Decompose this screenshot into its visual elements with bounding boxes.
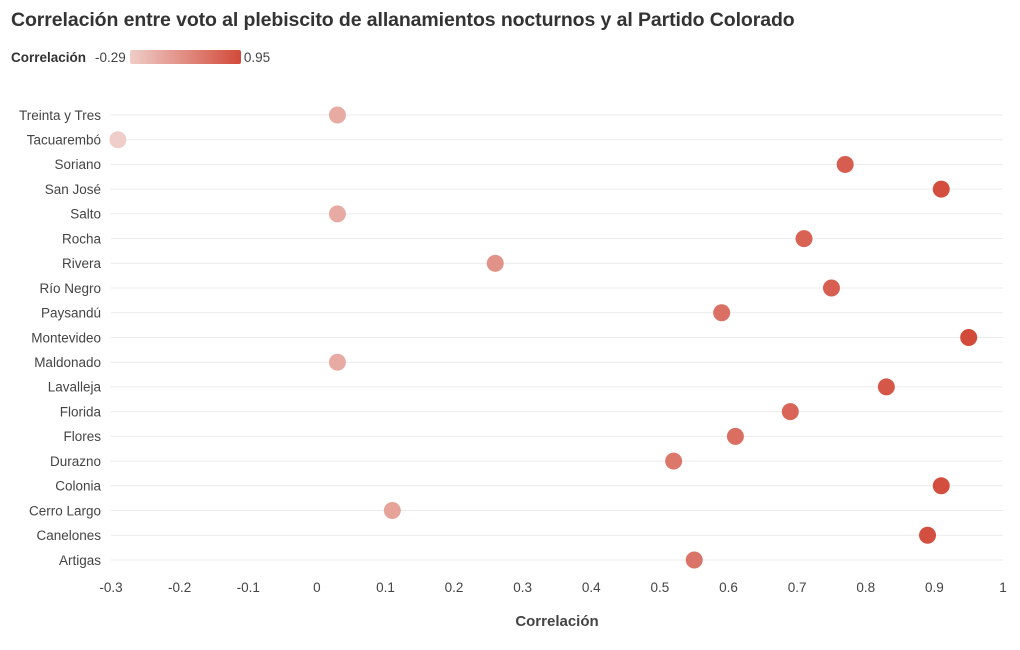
y-axis-labels: Treinta y Tres Tacuarembó Soriano San José S… xyxy=(19,108,102,568)
x-axis-title: Correlación xyxy=(515,613,598,630)
data-point[interactable]: Montevideo: 0.95 xyxy=(960,328,978,346)
data-point[interactable]: Canelones: 0.89 xyxy=(919,526,937,544)
x-tick-label: 0.4 xyxy=(582,580,601,595)
x-tick-label: 0.1 xyxy=(376,580,395,595)
x-tick-label: -0.1 xyxy=(237,580,260,595)
data-point[interactable]: Tacuarembó: -0.29 xyxy=(109,131,127,149)
y-tick-label: Durazno xyxy=(50,454,101,469)
data-point[interactable]: Colonia: 0.91 xyxy=(932,477,950,495)
y-tick-label: Flores xyxy=(63,429,101,444)
x-tick-label: 1 xyxy=(999,580,1007,595)
x-tick-label: 0.3 xyxy=(513,580,532,595)
data-point[interactable]: Florida: 0.69 xyxy=(781,403,799,421)
data-point[interactable]: Río Negro: 0.75 xyxy=(822,279,840,297)
y-tick-label: Montevideo xyxy=(31,330,101,345)
data-point[interactable]: Rivera: 0.26 xyxy=(486,254,504,272)
y-tick-label: Cerro Largo xyxy=(29,503,101,518)
data-point[interactable]: Lavalleja: 0.83 xyxy=(877,378,895,396)
x-tick-label: 0.8 xyxy=(856,580,875,595)
y-tick-label: Lavalleja xyxy=(48,380,102,395)
dot-plot: Treinta y Tres Tacuarembó Soriano San José S… xyxy=(19,106,1007,630)
data-point[interactable]: Maldonado: 0.03 xyxy=(328,353,346,371)
y-tick-label: Maldonado xyxy=(34,355,101,370)
gridlines xyxy=(111,114,1003,561)
y-tick-label: Tacuarembó xyxy=(27,133,101,148)
y-tick-label: Canelones xyxy=(36,528,101,543)
data-point[interactable]: Durazno: 0.52 xyxy=(665,452,683,470)
x-tick-label: 0 xyxy=(313,580,321,595)
x-tick-label: 0.2 xyxy=(445,580,464,595)
data-point[interactable]: Soriano: 0.77 xyxy=(836,155,854,173)
y-tick-label: Paysandú xyxy=(41,306,101,321)
x-tick-label: -0.3 xyxy=(99,580,122,595)
data-point[interactable]: Cerro Largo: 0.11 xyxy=(383,502,401,520)
y-tick-label: Colonia xyxy=(55,479,101,494)
x-tick-label: -0.2 xyxy=(168,580,191,595)
data-point[interactable]: Salto: 0.03 xyxy=(328,205,346,223)
y-tick-label: Treinta y Tres xyxy=(19,108,101,123)
y-tick-label: Salto xyxy=(70,207,101,222)
y-tick-label: Florida xyxy=(60,404,102,419)
data-point[interactable]: Flores: 0.61 xyxy=(726,427,744,445)
y-tick-label: Artigas xyxy=(59,553,101,568)
y-tick-label: Rivera xyxy=(62,256,102,271)
data-point[interactable]: Artigas: 0.55 xyxy=(685,551,703,569)
y-tick-label: Rocha xyxy=(62,231,102,246)
y-tick-label: Río Negro xyxy=(39,281,101,296)
y-tick-label: Soriano xyxy=(54,157,101,172)
y-tick-label: San José xyxy=(45,182,101,197)
data-point[interactable]: San José: 0.91 xyxy=(932,180,950,198)
x-tick-label: 0.6 xyxy=(719,580,738,595)
data-point[interactable]: Paysandú: 0.59 xyxy=(713,304,731,322)
x-tick-label: 0.7 xyxy=(788,580,807,595)
x-tick-label: 0.5 xyxy=(651,580,670,595)
data-point[interactable]: Rocha: 0.71 xyxy=(795,230,813,248)
data-point[interactable]: Treinta y Tres: 0.03 xyxy=(328,106,346,124)
x-axis-ticks: -0.3 -0.2 -0.1 0 0.1 0.2 0.3 0.4 0.5 0.6 0.7 0.8 0.9… xyxy=(99,580,1006,595)
x-tick-label: 0.9 xyxy=(925,580,944,595)
